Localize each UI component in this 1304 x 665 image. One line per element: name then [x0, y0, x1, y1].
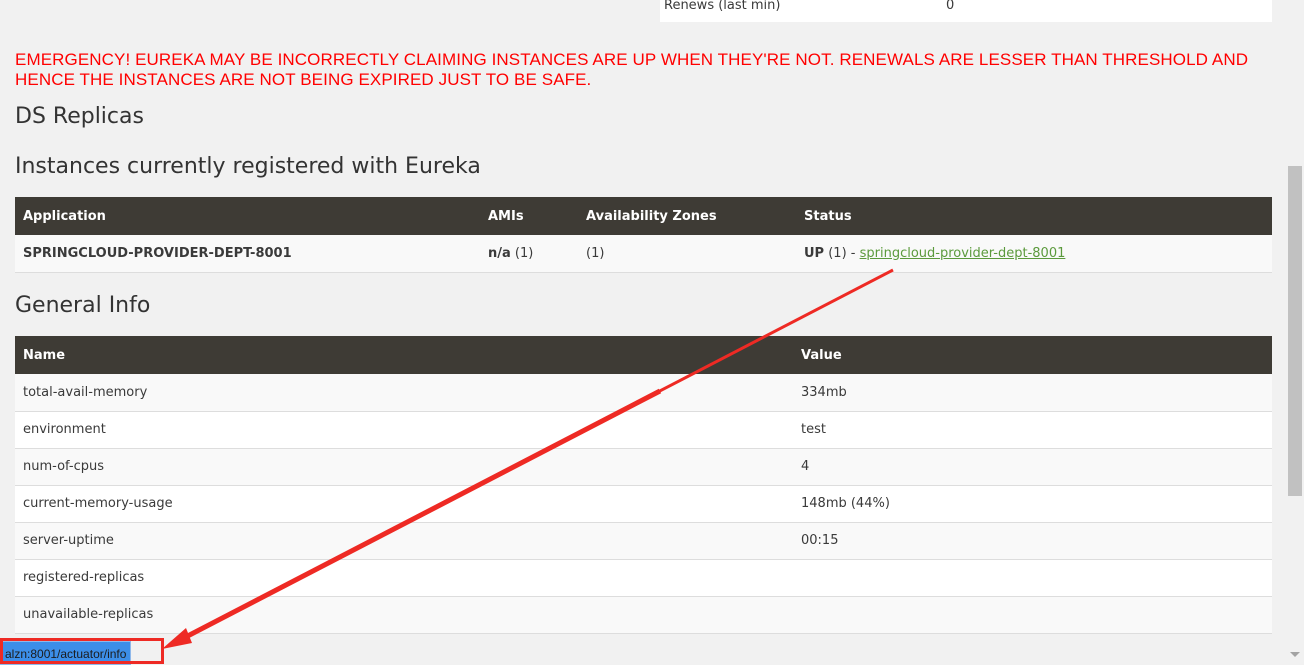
instances-heading: Instances currently registered with Eure… — [15, 154, 481, 179]
header-application: Application — [15, 197, 480, 235]
status-value: UP — [804, 245, 825, 261]
table-row: num-of-cpus 4 — [15, 448, 1272, 486]
table-row: total-avail-memory 334mb — [15, 374, 1272, 412]
header-availability-zones: Availability Zones — [578, 197, 796, 235]
table-row: environment test — [15, 411, 1272, 449]
info-name: registered-replicas — [15, 559, 793, 597]
renews-label: Renews (last min) — [664, 0, 781, 13]
general-info-heading: General Info — [15, 293, 151, 318]
instances-table: Application AMIs Availability Zones Stat… — [15, 197, 1272, 273]
info-value: 334mb — [793, 374, 1272, 412]
info-value: 00:15 — [793, 522, 1272, 560]
info-name: server-uptime — [15, 522, 793, 560]
info-name: total-avail-memory — [15, 374, 793, 412]
header-name: Name — [15, 336, 793, 374]
table-row: current-memory-usage 148mb (44%) — [15, 485, 1272, 523]
info-value: test — [793, 411, 1272, 449]
annotation-highlight-box — [0, 638, 164, 664]
header-status: Status — [796, 197, 1272, 235]
header-amis: AMIs — [480, 197, 578, 235]
instances-table-header: Application AMIs Availability Zones Stat… — [15, 197, 1272, 235]
general-info-table: Name Value total-avail-memory 334mb envi… — [15, 336, 1272, 634]
status-count: (1) - — [824, 245, 860, 261]
application-name: SPRINGCLOUD-PROVIDER-DEPT-8001 — [15, 235, 480, 273]
table-row: server-uptime 00:15 — [15, 522, 1272, 560]
header-value: Value — [793, 336, 1272, 374]
info-name: environment — [15, 411, 793, 449]
zones-cell: (1) — [578, 235, 796, 273]
eureka-dashboard-page: Renews (last min) 0 EMERGENCY! EUREKA MA… — [0, 0, 1304, 665]
instance-link[interactable]: springcloud-provider-dept-8001 — [860, 246, 1066, 261]
info-name: unavailable-replicas — [15, 596, 793, 634]
renews-value: 0 — [946, 0, 955, 13]
table-row: unavailable-replicas — [15, 596, 1272, 634]
info-value — [793, 559, 1272, 597]
info-value: 4 — [793, 448, 1272, 486]
table-row: SPRINGCLOUD-PROVIDER-DEPT-8001 n/a (1) (… — [15, 235, 1272, 273]
scrollbar-thumb[interactable] — [1288, 166, 1302, 496]
renews-row: Renews (last min) 0 — [660, 0, 1272, 22]
info-name: num-of-cpus — [15, 448, 793, 486]
general-info-header: Name Value — [15, 336, 1272, 374]
info-name: current-memory-usage — [15, 485, 793, 523]
emergency-warning: EMERGENCY! EUREKA MAY BE INCORRECTLY CLA… — [15, 50, 1249, 89]
table-row: registered-replicas — [15, 559, 1272, 597]
status-cell: UP (1) - springcloud-provider-dept-8001 — [796, 235, 1272, 273]
vertical-scrollbar[interactable] — [1286, 0, 1304, 665]
ds-replicas-heading: DS Replicas — [15, 104, 144, 129]
amis-value: n/a — [488, 245, 511, 261]
amis-cell: n/a (1) — [480, 235, 578, 273]
info-value — [793, 596, 1272, 634]
scroll-down-arrow-icon[interactable] — [1290, 652, 1300, 657]
amis-count: (1) — [510, 245, 534, 261]
info-value: 148mb (44%) — [793, 485, 1272, 523]
